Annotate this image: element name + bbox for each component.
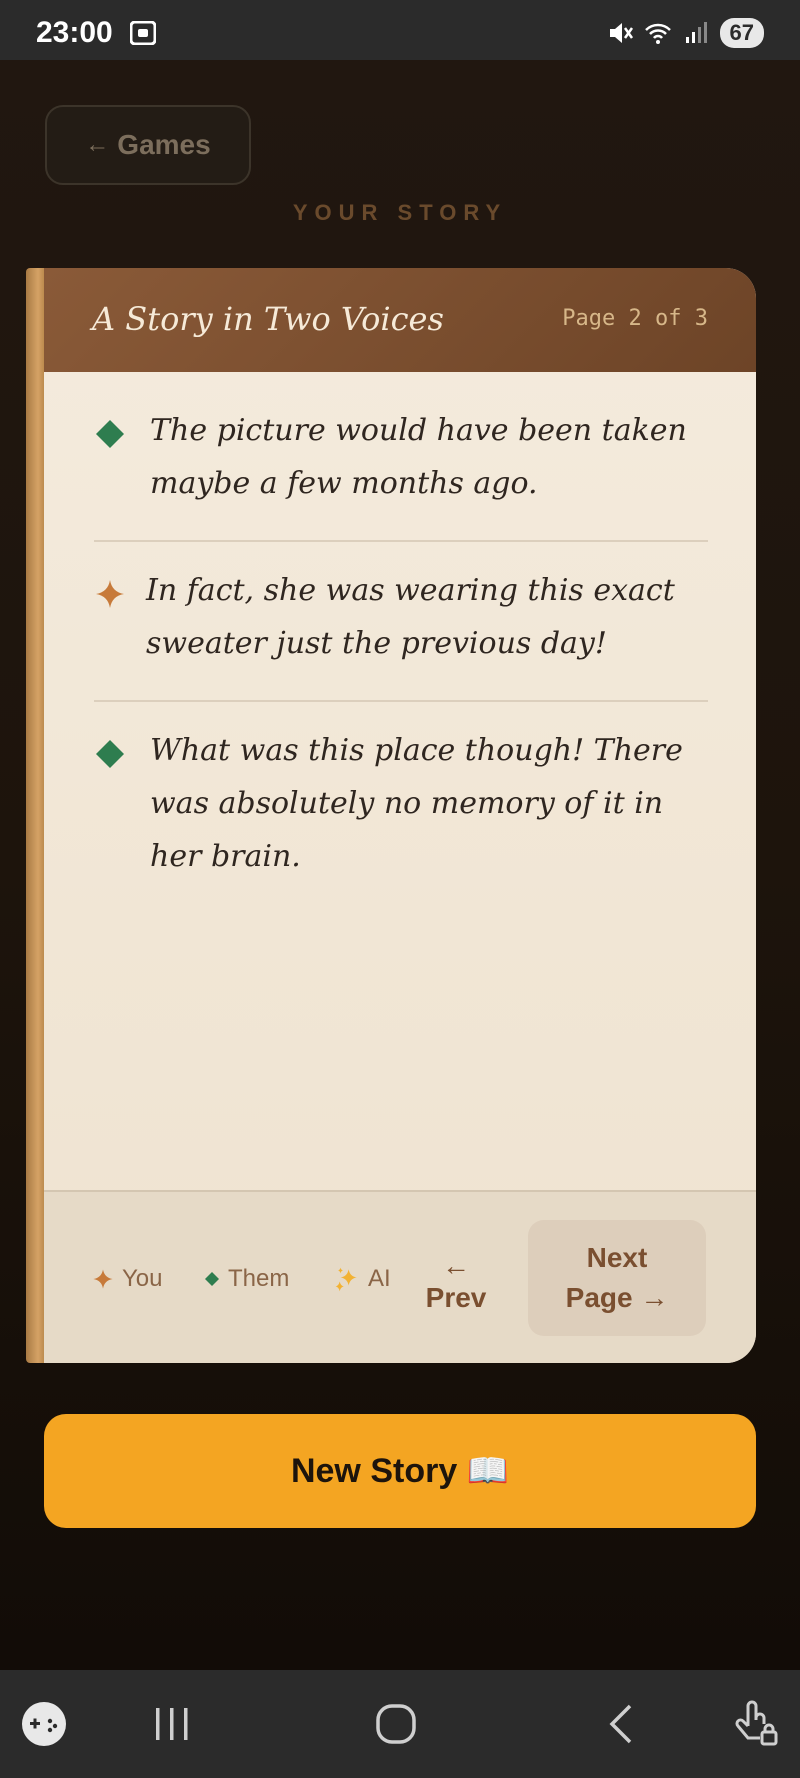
diamond-icon: [96, 420, 124, 448]
next-page-button[interactable]: Next Page →: [528, 1220, 706, 1336]
app-screen: ← Games YOUR STORY A Story in Two Voices…: [0, 60, 800, 1670]
legend-ai: AI: [334, 1262, 391, 1296]
new-story-button[interactable]: New Story 📖: [44, 1414, 756, 1528]
prev-arrow-icon: ←: [442, 1250, 470, 1281]
system-nav-bar: [0, 1670, 800, 1778]
back-to-games-button[interactable]: ← Games: [45, 105, 251, 185]
battery-indicator: 67: [719, 18, 764, 48]
back-icon[interactable]: [604, 1702, 640, 1746]
story-title: A Story in Two Voices: [92, 300, 444, 338]
sparkle-icon: [96, 580, 124, 608]
page-indicator: Page 2 of 3: [562, 306, 708, 331]
story-entry: In fact, she was wearing this exact swea…: [94, 564, 708, 702]
status-bar: 23:00 67: [0, 0, 800, 60]
story-entry-text: What was this place though! There was ab…: [150, 733, 683, 874]
sparkle-icon: [93, 1269, 113, 1289]
story-entry: The picture would have been taken maybe …: [94, 404, 708, 542]
prev-page-button[interactable]: ← Prev: [416, 1250, 496, 1320]
next-label-line1: Next: [586, 1242, 648, 1273]
recent-apps-icon[interactable]: [150, 1704, 194, 1744]
diamond-icon: [96, 740, 124, 768]
legend-them: Them: [204, 1262, 289, 1296]
section-label: YOUR STORY: [292, 200, 508, 225]
book-spine: [26, 268, 46, 1363]
page-header: A Story in Two Voices Page 2 of 3: [44, 268, 756, 372]
back-arrow-icon: ←: [85, 131, 110, 158]
diamond-icon: [205, 1272, 219, 1286]
mute-icon: [609, 23, 633, 43]
next-label-line2: Page →: [565, 1282, 669, 1313]
story-book: A Story in Two Voices Page 2 of 3 The pi…: [26, 268, 756, 1363]
status-time: 23:00: [36, 16, 113, 49]
home-icon[interactable]: [374, 1702, 418, 1746]
page-footer: You Them AI ← Prev Next Page →: [44, 1190, 756, 1363]
legend-you: You: [92, 1262, 163, 1296]
sparkles-icon: [335, 1267, 357, 1292]
legend-them-label: Them: [228, 1265, 290, 1292]
game-launcher-icon[interactable]: [20, 1700, 68, 1748]
story-entry-text: The picture would have been taken maybe …: [150, 413, 687, 501]
story-page: A Story in Two Voices Page 2 of 3 The pi…: [44, 268, 756, 1363]
signal-icon: [685, 22, 707, 43]
legend-ai-label: AI: [368, 1265, 391, 1292]
story-entry: What was this place though! There was ab…: [94, 724, 708, 904]
back-button-label: Games: [117, 129, 211, 160]
screenshot-icon: [130, 21, 156, 45]
wifi-icon: [644, 23, 671, 44]
legend-you-label: You: [122, 1265, 163, 1292]
touch-lock-icon[interactable]: [734, 1696, 782, 1748]
story-entry-text: In fact, she was wearing this exact swea…: [146, 573, 675, 661]
prev-label: Prev: [425, 1282, 487, 1313]
